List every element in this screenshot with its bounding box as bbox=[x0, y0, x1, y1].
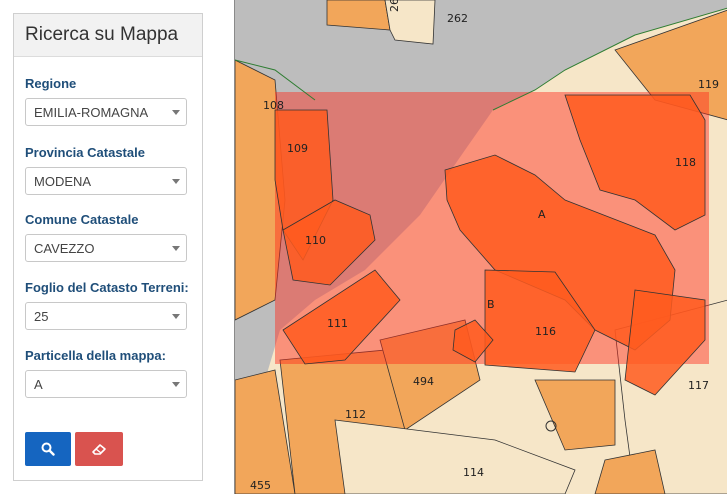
parcel-label: 112 bbox=[345, 408, 366, 421]
parcel-label: B bbox=[487, 298, 495, 311]
parcel-label: 111 bbox=[327, 317, 348, 330]
cadastral-map[interactable]: 26 262 108 119 109 118 A 110 B 111 116 4… bbox=[234, 0, 727, 494]
parcel-label: A bbox=[538, 208, 546, 221]
parcel-label: 116 bbox=[535, 325, 556, 338]
search-panel: Ricerca su Mappa Regione EMILIA-ROMAGNA … bbox=[13, 13, 203, 481]
search-button[interactable] bbox=[25, 432, 71, 466]
parcel-114 bbox=[334, 419, 576, 494]
foglio-label: Foglio del Catasto Terreni: bbox=[25, 280, 189, 295]
provincia-label: Provincia Catastale bbox=[25, 145, 145, 160]
comune-label: Comune Catastale bbox=[25, 212, 139, 227]
parcel-label: 109 bbox=[287, 142, 308, 155]
parcel-label: 455 bbox=[250, 479, 271, 492]
parcel-label: 494 bbox=[413, 375, 434, 388]
comune-select[interactable]: CAVEZZO bbox=[25, 234, 187, 262]
caret-down-icon bbox=[172, 179, 180, 184]
clear-button[interactable] bbox=[75, 432, 123, 466]
particella-label: Particella della mappa: bbox=[25, 348, 166, 363]
regione-label: Regione bbox=[25, 76, 77, 91]
parcel-label: 119 bbox=[698, 78, 719, 91]
particella-value: A bbox=[34, 377, 43, 392]
parcel-label: 118 bbox=[675, 156, 696, 169]
parcel-label: 26 bbox=[388, 0, 401, 12]
regione-select[interactable]: EMILIA-ROMAGNA bbox=[25, 98, 187, 126]
map-canvas[interactable]: 26 262 108 119 109 118 A 110 B 111 116 4… bbox=[235, 0, 727, 494]
foglio-select[interactable]: 25 bbox=[25, 302, 187, 330]
provincia-value: MODENA bbox=[34, 174, 92, 189]
regione-value: EMILIA-ROMAGNA bbox=[34, 105, 149, 120]
parcel-label: 108 bbox=[263, 99, 284, 112]
parcel-label: 110 bbox=[305, 234, 326, 247]
lower-right-building bbox=[534, 379, 616, 451]
caret-down-icon bbox=[172, 110, 180, 115]
caret-down-icon bbox=[172, 382, 180, 387]
parcel-label: 114 bbox=[463, 466, 484, 479]
provincia-select[interactable]: MODENA bbox=[25, 167, 187, 195]
caret-down-icon bbox=[172, 314, 180, 319]
bottom-right-building bbox=[594, 449, 666, 494]
parcel-label: 117 bbox=[688, 379, 709, 392]
particella-select[interactable]: A bbox=[25, 370, 187, 398]
panel-title: Ricerca su Mappa bbox=[25, 24, 179, 45]
parcel-label: 262 bbox=[447, 12, 468, 25]
search-icon bbox=[41, 442, 55, 456]
foglio-value: 25 bbox=[34, 309, 49, 324]
caret-down-icon bbox=[172, 246, 180, 251]
eraser-icon bbox=[92, 444, 106, 455]
comune-value: CAVEZZO bbox=[34, 241, 95, 256]
top-buildings bbox=[326, 0, 391, 31]
